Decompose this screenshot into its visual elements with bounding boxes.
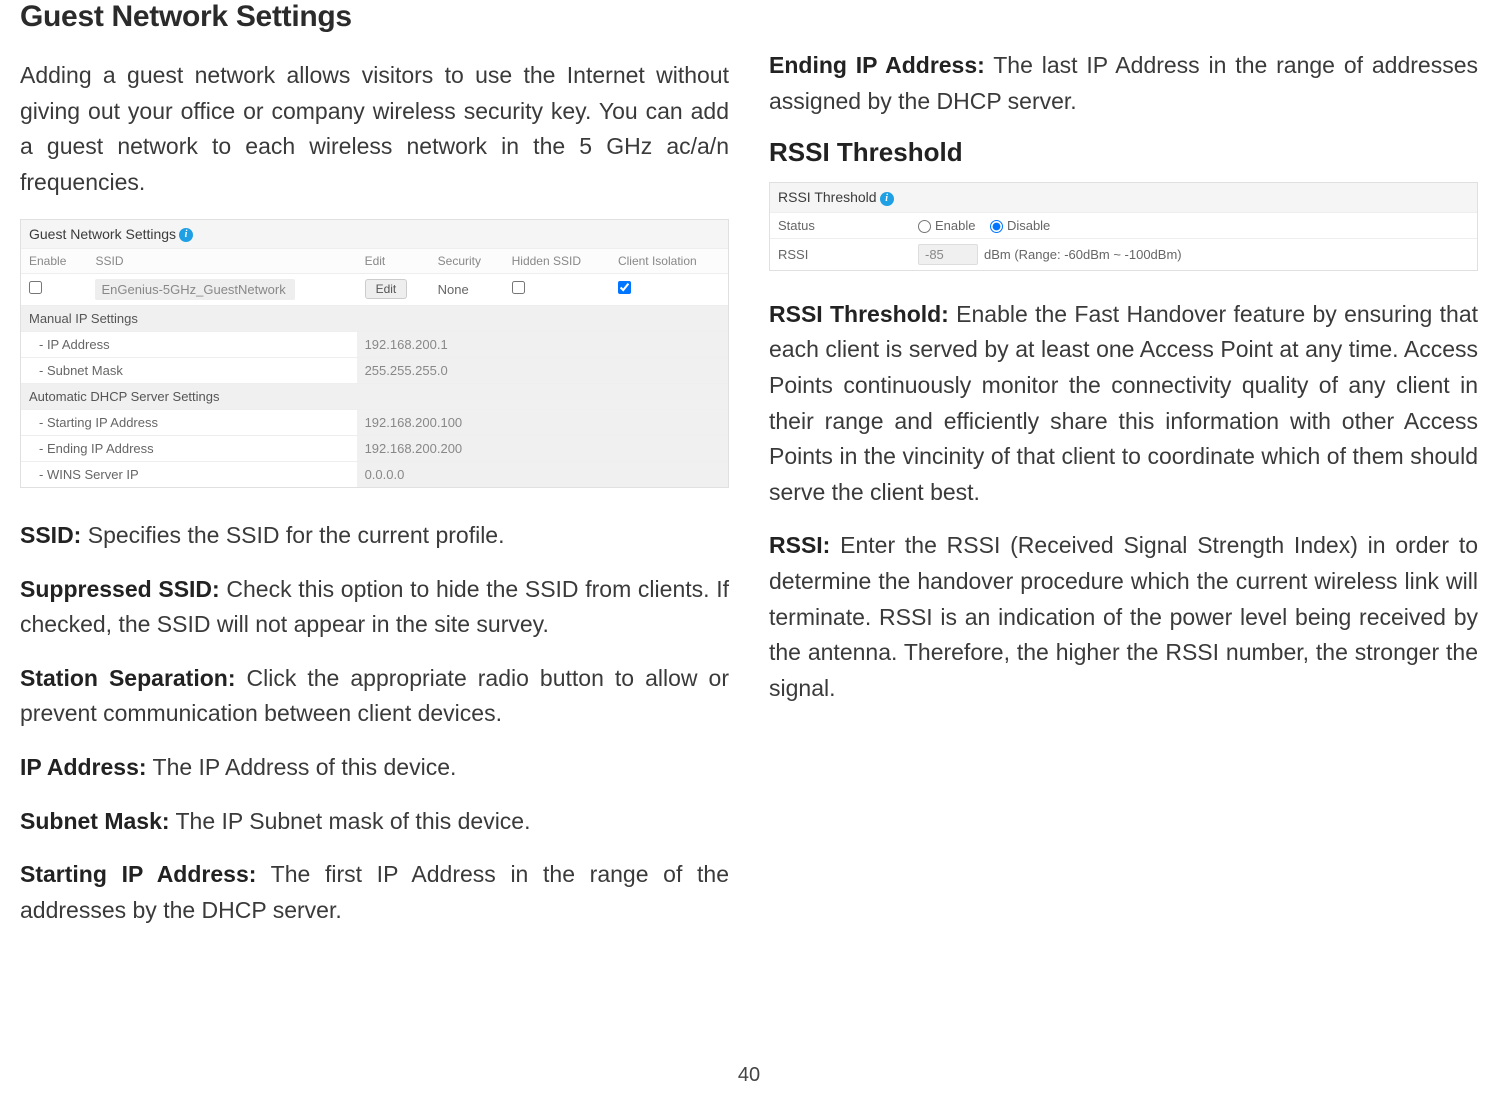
- rssi-value-input[interactable]: -85: [918, 244, 978, 265]
- mask-def: Subnet Mask: The IP Subnet mask of this …: [20, 804, 729, 840]
- page-number: 40: [0, 1064, 1498, 1087]
- rssi-def: RSSI: Enter the RSSI (Received Signal St…: [769, 528, 1478, 706]
- sep-term: Station Separation:: [20, 665, 236, 691]
- manual-ip-group: Manual IP Settings: [21, 305, 728, 331]
- guest-network-screenshot: Guest Network Settingsi Enable SSID Edit…: [20, 219, 729, 488]
- station-sep-def: Station Separation: Click the appropriat…: [20, 661, 729, 732]
- dhcp-group: Automatic DHCP Server Settings: [21, 383, 728, 409]
- manual-ip-label: Manual IP Settings: [21, 305, 728, 331]
- col-edit: Edit: [357, 248, 430, 273]
- kv-row: - WINS Server IP 0.0.0.0: [21, 461, 728, 487]
- rssi-screenshot: RSSI Thresholdi Status Enable Disable RS…: [769, 182, 1478, 270]
- kv-row: - Subnet Mask 255.255.255.0: [21, 357, 728, 383]
- rssi-enable-label: Enable: [935, 218, 975, 233]
- guest-caption-text: Guest Network Settings: [29, 226, 176, 242]
- col-isolation: Client Isolation: [610, 248, 728, 273]
- rssi-term: RSSI:: [769, 532, 830, 558]
- start-term: Starting IP Address:: [20, 861, 256, 887]
- ssid-text: Specifies the SSID for the current profi…: [81, 522, 504, 548]
- page-title: Guest Network Settings: [20, 0, 729, 34]
- rssi-disable-radio[interactable]: [990, 220, 1003, 233]
- hidden-ssid-checkbox[interactable]: [512, 281, 525, 294]
- rssi-value-row: RSSI -85 dBm (Range: -60dBm ~ -100dBm): [770, 238, 1477, 270]
- col-security: Security: [430, 248, 504, 273]
- rssi-heading: RSSI Threshold: [769, 137, 1478, 168]
- guest-table-header-row: Enable SSID Edit Security Hidden SSID Cl…: [21, 248, 728, 273]
- edit-button[interactable]: Edit: [365, 279, 408, 299]
- rssi-enable-radio[interactable]: [918, 220, 931, 233]
- kv-value[interactable]: 255.255.255.0: [357, 357, 728, 383]
- kv-label: - Ending IP Address: [21, 435, 357, 461]
- col-enable: Enable: [21, 248, 87, 273]
- mask-term: Subnet Mask:: [20, 808, 170, 834]
- ssid-def: SSID: Specifies the SSID for the current…: [20, 518, 729, 554]
- kv-label: - IP Address: [21, 331, 357, 357]
- guest-caption: Guest Network Settingsi: [21, 220, 728, 248]
- kv-row: - IP Address 192.168.200.1: [21, 331, 728, 357]
- rssi-thresh-text: Enable the Fast Handover feature by ensu…: [769, 301, 1478, 505]
- rssi-unit-text: dBm (Range: -60dBm ~ -100dBm): [984, 247, 1182, 262]
- rssi-thresh-term: RSSI Threshold:: [769, 301, 949, 327]
- suppressed-def: Suppressed SSID: Check this option to hi…: [20, 572, 729, 643]
- info-icon: i: [179, 228, 193, 242]
- kv-row: - Starting IP Address 192.168.200.100: [21, 409, 728, 435]
- sup-term: Suppressed SSID:: [20, 576, 220, 602]
- intro-paragraph: Adding a guest network allows visitors t…: [20, 58, 729, 201]
- rssi-caption-text: RSSI Threshold: [778, 189, 877, 205]
- ssid-term: SSID:: [20, 522, 81, 548]
- rssi-disable-label: Disable: [1007, 218, 1050, 233]
- end-ip-def: Ending IP Address: The last IP Address i…: [769, 48, 1478, 119]
- mask-text: The IP Subnet mask of this device.: [170, 808, 531, 834]
- rssi-status-row: Status Enable Disable: [770, 212, 1477, 238]
- security-value: None: [430, 273, 504, 305]
- kv-label: - WINS Server IP: [21, 461, 357, 487]
- ip-def: IP Address: The IP Address of this devic…: [20, 750, 729, 786]
- rssi-status-label: Status: [770, 212, 910, 238]
- kv-value[interactable]: 192.168.200.1: [357, 331, 728, 357]
- col-ssid: SSID: [87, 248, 356, 273]
- kv-label: - Subnet Mask: [21, 357, 357, 383]
- rssi-caption: RSSI Thresholdi: [770, 183, 1477, 211]
- kv-row: - Ending IP Address 192.168.200.200: [21, 435, 728, 461]
- rssi-row-label: RSSI: [770, 238, 910, 270]
- client-isolation-checkbox[interactable]: [618, 281, 631, 294]
- info-icon: i: [880, 192, 894, 206]
- col-hidden: Hidden SSID: [504, 248, 610, 273]
- kv-value[interactable]: 192.168.200.100: [357, 409, 728, 435]
- rssi-text: Enter the RSSI (Received Signal Strength…: [769, 532, 1478, 701]
- kv-value[interactable]: 192.168.200.200: [357, 435, 728, 461]
- guest-table-row: EnGenius-5GHz_GuestNetwork Edit None: [21, 273, 728, 305]
- ip-text: The IP Address of this device.: [147, 754, 457, 780]
- end-term: Ending IP Address:: [769, 52, 985, 78]
- kv-value[interactable]: 0.0.0.0: [357, 461, 728, 487]
- dhcp-label: Automatic DHCP Server Settings: [21, 383, 728, 409]
- rssi-threshold-def: RSSI Threshold: Enable the Fast Handover…: [769, 297, 1478, 511]
- kv-label: - Starting IP Address: [21, 409, 357, 435]
- enable-checkbox[interactable]: [29, 281, 42, 294]
- ssid-field[interactable]: EnGenius-5GHz_GuestNetwork: [95, 279, 295, 300]
- start-ip-def: Starting IP Address: The first IP Addres…: [20, 857, 729, 928]
- ip-term: IP Address:: [20, 754, 147, 780]
